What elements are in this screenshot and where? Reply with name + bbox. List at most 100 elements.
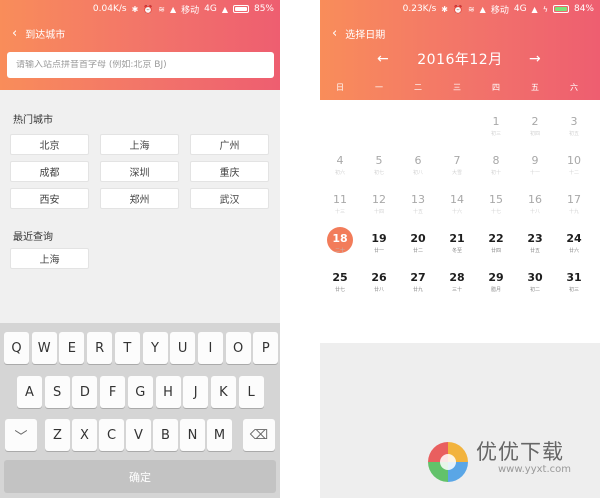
calendar-day[interactable]: 9 十一 [518, 153, 552, 185]
calendar-day[interactable]: 7 大雪 [440, 153, 474, 185]
key-h[interactable]: H [155, 376, 181, 408]
key-b[interactable]: B [153, 419, 178, 451]
key-e[interactable]: E [59, 332, 85, 364]
battery-icon [552, 5, 569, 13]
day-number: 5 [375, 154, 383, 167]
key-s[interactable]: S [44, 376, 70, 408]
key-v[interactable]: V [126, 419, 151, 451]
key-m[interactable]: M [207, 419, 232, 451]
calendar-day[interactable]: 19 廿一 [362, 231, 396, 263]
key-c[interactable]: C [99, 419, 124, 451]
page-title: 选择日期 [345, 29, 386, 41]
key-g[interactable]: G [127, 376, 153, 408]
key-d[interactable]: D [72, 376, 98, 408]
day-number: 13 [411, 193, 425, 206]
calendar-day[interactable]: 10 十二 [557, 153, 591, 185]
calendar-day[interactable]: 21 冬至 [440, 231, 474, 263]
lunar-date: 廿二 [412, 248, 423, 254]
lunar-date: 廿四 [490, 248, 501, 254]
back-arrow-icon[interactable]: ‹ [12, 27, 17, 40]
battery-level: 84% [573, 4, 594, 14]
lunar-date: 初二 [529, 287, 540, 293]
calendar-day[interactable]: 20 廿二 [401, 231, 435, 263]
calendar-day[interactable]: 23 廿五 [518, 231, 552, 263]
calendar-day[interactable]: 11 十三 [323, 192, 357, 224]
recent-city-item[interactable]: 上海 [10, 248, 89, 269]
station-search-input[interactable] [16, 60, 274, 70]
calendar-day[interactable]: 27 廿九 [401, 270, 435, 302]
lunar-date: 十六 [451, 209, 462, 215]
key-k[interactable]: K [210, 376, 236, 408]
hot-city-item[interactable]: 北京 [10, 134, 89, 155]
key-z[interactable]: Z [45, 419, 70, 451]
hot-city-item[interactable]: 重庆 [190, 161, 269, 182]
backspace-icon[interactable]: ⌫ [243, 419, 275, 451]
calendar-day[interactable]: 31 初三 [557, 270, 591, 302]
battery-icon [232, 5, 249, 13]
calendar-day[interactable]: 15 十七 [479, 192, 513, 224]
day-number: 26 [371, 271, 387, 284]
hot-city-item[interactable]: 西安 [10, 188, 89, 209]
back-arrow-icon[interactable]: ‹ [332, 27, 337, 40]
lunar-date: 廿九 [412, 287, 423, 293]
hot-city-item[interactable]: 武汉 [190, 188, 269, 209]
key-w[interactable]: W [31, 332, 57, 364]
key-u[interactable]: U [170, 332, 196, 364]
confirm-button[interactable]: 确定 [4, 460, 276, 493]
calendar-day[interactable]: 4 初六 [323, 153, 357, 185]
hot-city-item[interactable]: 上海 [100, 134, 179, 155]
calendar-day[interactable]: 29 腊月 [479, 270, 513, 302]
hot-city-item[interactable]: 郑州 [100, 188, 179, 209]
calendar-day[interactable]: 6 初八 [401, 153, 435, 185]
calendar-day[interactable]: 8 初十 [479, 153, 513, 185]
lunar-date: 初五 [568, 131, 579, 137]
key-y[interactable]: Y [142, 332, 168, 364]
key-q[interactable]: Q [4, 332, 29, 364]
calendar-day[interactable]: 25 廿七 [323, 270, 357, 302]
calendar-day[interactable]: 22 廿四 [479, 231, 513, 263]
signal-icon: ▲ [479, 4, 486, 14]
key-f[interactable]: F [100, 376, 126, 408]
day-number: 24 [566, 232, 582, 245]
hot-city-item[interactable]: 广州 [190, 134, 269, 155]
lunar-date: 初三 [490, 131, 501, 137]
lunar-date: 初三 [568, 287, 579, 293]
calendar-day[interactable]: 5 初七 [362, 153, 396, 185]
calendar-day[interactable]: 14 十六 [440, 192, 474, 224]
calendar-day[interactable]: 2 初四 [518, 114, 552, 146]
day-number: 25 [332, 271, 348, 284]
charging-icon: ϟ [542, 4, 548, 14]
search-box[interactable] [7, 52, 274, 78]
calendar-day[interactable]: 3 初五 [557, 114, 591, 146]
key-o[interactable]: O [225, 332, 251, 364]
calendar-day[interactable]: 17 十九 [557, 192, 591, 224]
lunar-date: 廿六 [568, 248, 579, 254]
calendar-day[interactable]: 13 十五 [401, 192, 435, 224]
key-t[interactable]: T [114, 332, 140, 364]
key-a[interactable]: A [17, 376, 42, 408]
key-i[interactable]: I [197, 332, 223, 364]
calendar-day[interactable]: 26 廿八 [362, 270, 396, 302]
hot-city-item[interactable]: 深圳 [100, 161, 179, 182]
weekday-label: 日 [336, 83, 344, 92]
calendar-day[interactable]: 16 十八 [518, 192, 552, 224]
key-p[interactable]: P [253, 332, 279, 364]
hot-city-item[interactable]: 成都 [10, 161, 89, 182]
calendar-day[interactable]: 1 初三 [479, 114, 513, 146]
alarm-icon: ⏰ [453, 4, 463, 14]
calendar-day[interactable]: 12 十四 [362, 192, 396, 224]
key-x[interactable]: X [72, 419, 97, 451]
calendar-day[interactable]: 28 三十 [440, 270, 474, 302]
collapse-keyboard-icon[interactable]: ﹀ [5, 419, 37, 451]
key-r[interactable]: R [87, 332, 113, 364]
day-number: 22 [488, 232, 504, 245]
calendar-day[interactable]: 24 廿六 [557, 231, 591, 263]
key-n[interactable]: N [180, 419, 205, 451]
prev-month-arrow-icon[interactable]: ← [377, 48, 389, 70]
key-j[interactable]: J [183, 376, 209, 408]
next-month-arrow-icon[interactable]: → [529, 48, 541, 70]
calendar-day[interactable]: 18 二十 [323, 231, 357, 263]
signal-icon: ▲ [221, 4, 228, 14]
calendar-day[interactable]: 30 初二 [518, 270, 552, 302]
key-l[interactable]: L [238, 376, 264, 408]
